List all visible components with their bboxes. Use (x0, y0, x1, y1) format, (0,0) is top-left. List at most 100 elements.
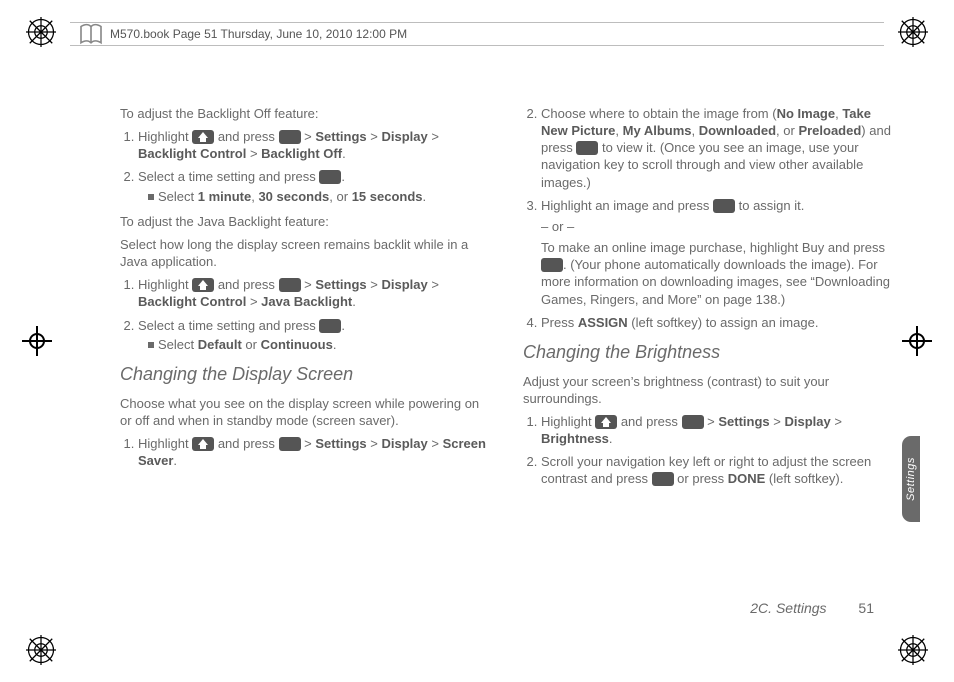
text: . (Your phone automatically downloads th… (541, 257, 890, 306)
opt-default: Default (198, 337, 242, 352)
list-item: Select a time setting and press . Select… (138, 317, 491, 353)
para-brightness: Adjust your screen’s brightness (contras… (523, 373, 894, 407)
text: > (301, 277, 316, 292)
right-column: Choose where to obtain the image from (N… (523, 105, 894, 626)
text: or press (674, 471, 728, 486)
text: Select a time setting and press (138, 169, 319, 184)
para-java: Select how long the display screen remai… (120, 236, 491, 270)
nav-backlight-off: Backlight Off (261, 146, 342, 161)
opt-preloaded: Preloaded (798, 123, 861, 138)
text: Choose where to obtain the image from ( (541, 106, 777, 121)
text: , (692, 123, 699, 138)
home-icon (192, 278, 214, 292)
heading-display-screen: Changing the Display Screen (120, 363, 491, 387)
text: Press (541, 315, 578, 330)
text: Highlight (138, 129, 192, 144)
ok-key-icon (576, 141, 598, 155)
list-item: Highlight an image and press to assign i… (541, 197, 894, 308)
section-tab-label: Settings (905, 457, 917, 501)
footer-section: 2C. Settings (750, 600, 826, 616)
ok-key-icon (279, 278, 301, 292)
text: and press (214, 277, 278, 292)
list-item: Scroll your navigation key left or right… (541, 453, 894, 487)
cog-icon (26, 635, 56, 665)
ok-key-icon (279, 437, 301, 451)
home-icon (595, 415, 617, 429)
text: and press (617, 414, 681, 429)
text: Highlight (138, 436, 192, 451)
ok-key-icon (319, 170, 341, 184)
text: Highlight (541, 414, 595, 429)
section-tab: Settings (902, 436, 920, 522)
list-item: Choose where to obtain the image from (N… (541, 105, 894, 191)
text: . (341, 318, 345, 333)
text: > (301, 129, 316, 144)
nav-display: Display (381, 129, 427, 144)
opt-continuous: Continuous (261, 337, 333, 352)
text: To make an online image purchase, highli… (541, 240, 885, 255)
nav-java-backlight: Java Backlight (261, 294, 352, 309)
home-icon (192, 437, 214, 451)
opt-downloaded: Downloaded (699, 123, 776, 138)
ok-key-icon (652, 472, 674, 486)
para-display-screen: Choose what you see on the display scree… (120, 395, 491, 429)
text: . (341, 169, 345, 184)
text: or (242, 337, 261, 352)
opt-my-albums: My Albums (623, 123, 692, 138)
crosshair-icon (902, 326, 932, 356)
cog-icon (898, 635, 928, 665)
opt-15s: 15 seconds (352, 189, 423, 204)
opt-30s: 30 seconds (258, 189, 329, 204)
or-divider: – or – (541, 218, 894, 235)
heading-brightness: Changing the Brightness (523, 341, 894, 365)
ok-key-icon (279, 130, 301, 144)
list-item: Highlight and press > Settings > Display… (138, 128, 491, 162)
left-column: To adjust the Backlight Off feature: Hig… (120, 105, 491, 626)
ok-key-icon (541, 258, 563, 272)
text: (left softkey). (765, 471, 843, 486)
header-text: M570.book Page 51 Thursday, June 10, 201… (110, 27, 407, 41)
text: , or (329, 189, 351, 204)
text: Select (158, 189, 198, 204)
intro-backlight-off: To adjust the Backlight Off feature: (120, 105, 491, 122)
softkey-assign: ASSIGN (578, 315, 628, 330)
list-item: Highlight and press > Settings > Display… (541, 413, 894, 447)
text: Select a time setting and press (138, 318, 319, 333)
opt-1min: 1 minute (198, 189, 251, 204)
text: > (301, 436, 316, 451)
footer-page-number: 51 (858, 600, 874, 616)
ok-key-icon (319, 319, 341, 333)
text: , or (776, 123, 798, 138)
text: > (704, 414, 719, 429)
nav-brightness: Brightness (541, 431, 609, 446)
square-bullet-icon (148, 194, 154, 200)
opt-no-image: No Image (777, 106, 836, 121)
cog-icon (898, 17, 928, 47)
nav-settings: Settings (315, 129, 366, 144)
intro-java-backlight: To adjust the Java Backlight feature: (120, 213, 491, 230)
text: Select (158, 337, 198, 352)
list-item: Highlight and press > Settings > Display… (138, 276, 491, 310)
nav-backlight-control: Backlight Control (138, 146, 246, 161)
cog-icon (26, 17, 56, 47)
nav-settings: Settings (315, 277, 366, 292)
page-footer: 2C. Settings 51 (750, 600, 874, 616)
text: Highlight an image and press (541, 198, 713, 213)
sub-option: Select 1 minute, 30 seconds, or 15 secon… (148, 188, 491, 205)
text: and press (214, 436, 278, 451)
sub-option: Select Default or Continuous. (148, 336, 491, 353)
text: (left softkey) to assign an image. (628, 315, 819, 330)
book-icon (76, 19, 106, 49)
nav-display: Display (381, 277, 427, 292)
nav-backlight-control: Backlight Control (138, 294, 246, 309)
text: Highlight (138, 277, 192, 292)
ok-key-icon (682, 415, 704, 429)
text: to assign it. (735, 198, 804, 213)
page-content: To adjust the Backlight Off feature: Hig… (120, 105, 894, 626)
nav-settings: Settings (718, 414, 769, 429)
nav-display: Display (784, 414, 830, 429)
text: and press (214, 129, 278, 144)
page-header-bar: M570.book Page 51 Thursday, June 10, 201… (70, 22, 884, 46)
softkey-done: DONE (728, 471, 766, 486)
text: , (615, 123, 622, 138)
